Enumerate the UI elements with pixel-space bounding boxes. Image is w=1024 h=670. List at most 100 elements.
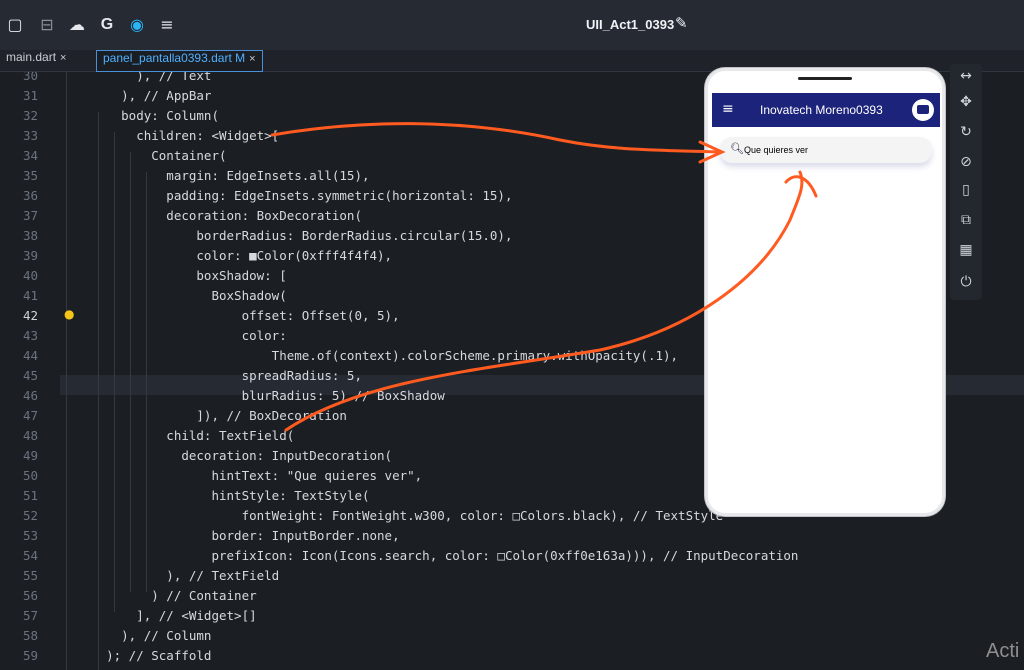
line-number: 33 xyxy=(22,128,38,143)
line-number: 35 xyxy=(22,168,38,183)
title-bar: ▢ ⊟ ☁ G ◉ ≡ UII_Act1_0393 ✎ xyxy=(0,0,1024,50)
code-text: padding: EdgeInsets.symmetric(horizontal… xyxy=(76,188,513,203)
line-number: 44 xyxy=(22,348,38,363)
code-text: BoxShadow( xyxy=(76,288,287,303)
tab-label: panel_pantalla0393.dart M xyxy=(103,51,246,65)
code-text: Container( xyxy=(76,148,227,163)
save-icon[interactable]: ⊟ xyxy=(38,16,56,34)
line-number: 36 xyxy=(22,188,38,203)
code-text: ), // Column xyxy=(76,628,212,643)
code-text: ], // <Widget>[] xyxy=(76,608,257,623)
code-text: hintText: "Que quieres ver", xyxy=(76,468,423,483)
code-text: borderRadius: BorderRadius.circular(15.0… xyxy=(76,228,513,243)
code-text: ); // Scaffold xyxy=(76,648,212,663)
square-icon[interactable]: ▢ xyxy=(6,16,24,34)
phone-emulator: ≡ Inovatech Moreno0393 🔍︎ Que quieres ve… xyxy=(705,68,945,516)
line-number: 34 xyxy=(22,148,38,163)
line-number: 58 xyxy=(22,628,38,643)
rotate-icon[interactable]: ↻ xyxy=(950,124,982,140)
line-number: 57 xyxy=(22,608,38,623)
code-text: offset: Offset(0, 5), xyxy=(76,308,400,323)
line-number: 56 xyxy=(22,588,38,603)
code-text: margin: EdgeInsets.all(15), xyxy=(76,168,370,183)
line-number: 48 xyxy=(22,428,38,443)
search-icon: 🔍︎ xyxy=(730,142,744,155)
code-text: boxShadow: [ xyxy=(76,268,287,283)
code-text: color: xyxy=(76,328,287,343)
code-line[interactable]: 59 ); // Scaffold xyxy=(0,646,1024,666)
code-text: ), // Text xyxy=(76,72,212,83)
line-number: 43 xyxy=(22,328,38,343)
line-number: 46 xyxy=(22,388,38,403)
line-number: 37 xyxy=(22,208,38,223)
line-number: 31 xyxy=(22,88,38,103)
tab-panel-pantalla[interactable]: panel_pantalla0393.dart M × xyxy=(96,50,263,72)
code-text: decoration: InputDecoration( xyxy=(76,448,393,463)
phone-notch xyxy=(798,77,852,80)
emulator-toolbar: ↔ ✥ ↻ ⊘ ▯ ⧉ ▦ ⏻ xyxy=(950,64,982,300)
line-number: 50 xyxy=(22,468,38,483)
code-text: blurRadius: 5) // BoxShadow xyxy=(76,388,445,403)
line-number: 40 xyxy=(22,268,38,283)
code-text: fontWeight: FontWeight.w300, color: □Col… xyxy=(76,508,724,523)
app-bar: ≡ Inovatech Moreno0393 xyxy=(712,93,940,127)
code-text: color: ■Color(0xfff4f4f4), xyxy=(76,248,393,263)
code-text: border: InputBorder.none, xyxy=(76,528,400,543)
code-text: decoration: BoxDecoration( xyxy=(76,208,362,223)
line-number: 47 xyxy=(22,408,38,423)
line-number: 51 xyxy=(22,488,38,503)
close-icon[interactable]: × xyxy=(249,53,255,65)
close-icon[interactable]: × xyxy=(60,52,66,64)
line-number: 39 xyxy=(22,248,38,263)
g-icon[interactable]: G xyxy=(98,16,116,34)
tab-label: main.dart xyxy=(6,50,57,64)
code-text: ]), // BoxDecoration xyxy=(76,408,347,423)
code-text: spreadRadius: 5, xyxy=(76,368,362,383)
move-icon[interactable]: ✥ xyxy=(950,94,982,110)
line-number: 54 xyxy=(22,548,38,563)
cloud-icon[interactable]: ☁ xyxy=(68,16,86,34)
code-text: prefixIcon: Icon(Icons.search, color: □C… xyxy=(76,548,799,563)
code-text: Theme.of(context).colorScheme.primary.wi… xyxy=(76,348,679,363)
line-number: 38 xyxy=(22,228,38,243)
activation-watermark: Acti xyxy=(986,640,1020,662)
code-line[interactable]: 55 ), // TextField xyxy=(0,566,1024,586)
code-line[interactable]: 53 border: InputBorder.none, xyxy=(0,526,1024,546)
code-text: hintStyle: TextStyle( xyxy=(76,488,370,503)
menu-icon[interactable]: ≡ xyxy=(722,101,734,117)
line-number: 42 xyxy=(22,308,38,323)
resize-icon[interactable]: ↔ xyxy=(950,68,982,84)
external-link-icon[interactable]: ⧉ xyxy=(950,212,982,228)
line-number: 53 xyxy=(22,528,38,543)
code-text: children: <Widget>[ xyxy=(76,128,280,143)
code-line[interactable]: 58 ), // Column xyxy=(0,626,1024,646)
line-number: 59 xyxy=(22,648,38,663)
record-icon[interactable]: ◉ xyxy=(128,16,146,34)
line-number: 30 xyxy=(22,72,38,83)
search-field[interactable]: 🔍︎ Que quieres ver xyxy=(720,137,932,163)
qr-code-icon[interactable]: ▦ xyxy=(950,242,982,258)
logo-icon[interactable] xyxy=(912,99,934,121)
code-text: ), // TextField xyxy=(76,568,280,583)
tab-main-dart[interactable]: main.dart × xyxy=(0,50,72,72)
power-icon[interactable]: ⏻ xyxy=(950,274,982,290)
rotate-device-icon[interactable]: ⊘ xyxy=(950,154,982,170)
menu-icon[interactable]: ≡ xyxy=(158,16,176,34)
line-number: 41 xyxy=(22,288,38,303)
line-number: 55 xyxy=(22,568,38,583)
app-title: Inovatech Moreno0393 xyxy=(760,103,883,117)
code-text: child: TextField( xyxy=(76,428,295,443)
code-text: body: Column( xyxy=(76,108,219,123)
device-icon[interactable]: ▯ xyxy=(950,182,982,198)
code-line[interactable]: 54 prefixIcon: Icon(Icons.search, color:… xyxy=(0,546,1024,566)
code-line[interactable]: 56 ) // Container xyxy=(0,586,1024,606)
line-number: 45 xyxy=(22,368,38,383)
line-number: 32 xyxy=(22,108,38,123)
code-line[interactable]: 57 ], // <Widget>[] xyxy=(0,606,1024,626)
search-hint: Que quieres ver xyxy=(744,145,809,155)
project-title: UII_Act1_0393 xyxy=(586,17,675,32)
line-number: 49 xyxy=(22,448,38,463)
code-text: ), // AppBar xyxy=(76,88,212,103)
pencil-icon[interactable]: ✎ xyxy=(675,14,688,32)
line-number: 52 xyxy=(22,508,38,523)
